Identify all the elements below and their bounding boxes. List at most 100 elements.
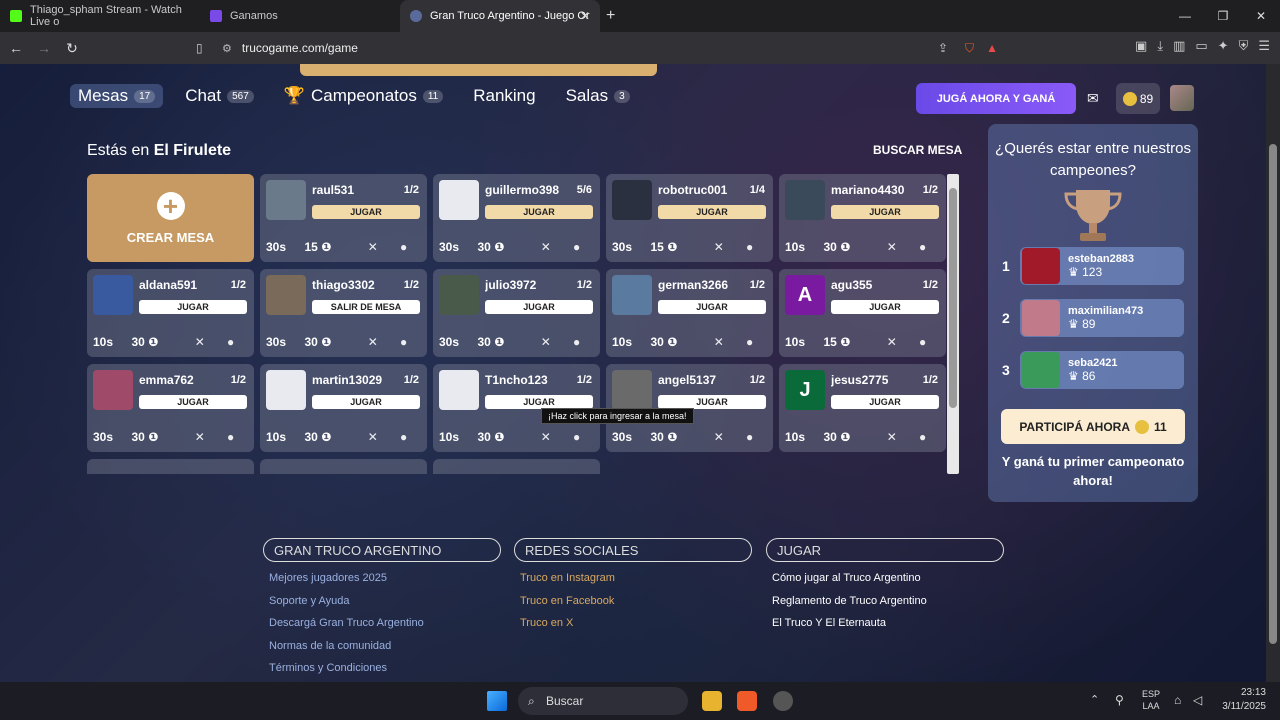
close-window-button[interactable]: ✕ — [1242, 0, 1280, 32]
bookmark-icon[interactable]: ▯ — [196, 41, 203, 55]
tab-ganamos[interactable]: Ganamos — [200, 0, 400, 32]
table-card-partial[interactable] — [433, 459, 600, 474]
volume-icon[interactable]: ◁ — [1193, 693, 1202, 707]
footer-link[interactable]: Descargá Gran Truco Argentino — [269, 617, 501, 630]
network-icon[interactable]: ⌂ — [1174, 693, 1181, 707]
maximize-button[interactable]: ❐ — [1204, 0, 1242, 32]
ranking-item[interactable]: 2 maximilian473 ♛ 89 — [1002, 299, 1184, 337]
play-now-button[interactable]: JUGÁ AHORA Y GANÁ — [916, 83, 1076, 114]
nav-label: Chat — [185, 86, 222, 105]
join-table-button[interactable]: JUGAR — [831, 395, 939, 409]
app-icon[interactable] — [773, 691, 793, 711]
table-card[interactable]: A agu355 1/2 JUGAR 10s 15 ❶ ✕ ● — [779, 269, 946, 357]
join-table-button[interactable]: JUGAR — [485, 205, 593, 219]
minimize-button[interactable]: — — [1166, 0, 1204, 32]
footer-link[interactable]: Normas de la comunidad — [269, 640, 501, 653]
footer-link[interactable]: Mejores jugadores 2025 — [269, 572, 501, 585]
brave-browser-icon[interactable] — [737, 691, 757, 711]
table-card[interactable]: german3266 1/2 JUGAR 10s 30 ❶ ✕ ● — [606, 269, 773, 357]
table-card[interactable]: J jesus2775 1/2 JUGAR 10s 30 ❶ ✕ ● — [779, 364, 946, 452]
table-card-partial[interactable] — [87, 459, 254, 474]
tables-scrollbar[interactable] — [947, 174, 959, 474]
sidebar-icon[interactable]: ▥ — [1173, 38, 1185, 54]
leo-icon[interactable]: ✦ — [1218, 38, 1229, 54]
footer-link[interactable]: Términos y Condiciones — [269, 662, 501, 675]
table-card[interactable]: guillermo398 5/6 JUGAR 30s 30 ❶ ✕ ● — [433, 174, 600, 262]
taskbar-search[interactable]: ⌕ Buscar — [518, 687, 688, 715]
tray-expand-icon[interactable]: ⌃ — [1090, 693, 1099, 706]
table-card[interactable]: aldana591 1/2 JUGAR 10s 30 ❶ ✕ ● — [87, 269, 254, 357]
new-tab-button[interactable]: + — [606, 7, 615, 25]
footer-link[interactable]: Reglamento de Truco Argentino — [772, 595, 1004, 608]
clock[interactable]: 23:13 3/11/2025 — [1222, 686, 1266, 714]
ranking-item[interactable]: 3 seba2421 ♛ 86 — [1002, 351, 1184, 389]
scrollbar-thumb[interactable] — [949, 188, 957, 408]
table-card[interactable]: mariano4430 1/2 JUGAR 10s 30 ❶ ✕ ● — [779, 174, 946, 262]
nav-salas[interactable]: Salas 3 — [558, 84, 638, 108]
table-settings: 30s 30 ❶ ✕ ● — [93, 430, 246, 444]
page-scrollbar-thumb[interactable] — [1269, 144, 1277, 644]
back-icon[interactable]: ← — [4, 40, 28, 56]
menu-icon[interactable]: ☰ — [1258, 38, 1270, 54]
create-table-button[interactable]: + CREAR MESA — [87, 174, 254, 262]
trophy-icon: ♛ — [1068, 265, 1079, 279]
table-card[interactable]: martin13029 1/2 JUGAR 10s 30 ❶ ✕ ● — [260, 364, 427, 452]
join-table-button[interactable]: JUGAR — [312, 395, 420, 409]
download-icon[interactable]: ⤓ — [1157, 38, 1163, 54]
close-tab-icon[interactable]: ✕ — [580, 9, 590, 23]
join-table-button[interactable]: JUGAR — [831, 300, 939, 314]
vpn-icon[interactable]: ⛨ — [1239, 38, 1249, 54]
table-card[interactable]: robotruc001 1/4 JUGAR 30s 15 ❶ ✕ ● — [606, 174, 773, 262]
brave-rewards-icon[interactable]: ▲ — [986, 41, 998, 55]
table-host-avatar — [439, 180, 479, 220]
file-explorer-icon[interactable] — [702, 691, 722, 711]
reload-icon[interactable]: ↻ — [60, 40, 84, 57]
join-table-button[interactable]: JUGAR — [485, 300, 593, 314]
table-card-partial[interactable] — [260, 459, 427, 474]
nav-campeonatos[interactable]: 🏆 Campeonatos 11 — [276, 84, 451, 108]
nav-chat[interactable]: Chat 567 — [177, 84, 262, 108]
join-table-button[interactable]: JUGAR — [658, 205, 766, 219]
footer-link[interactable]: Truco en Instagram — [520, 572, 752, 585]
join-table-button[interactable]: JUGAR — [485, 395, 593, 409]
mail-icon[interactable]: ✉ — [1087, 90, 1099, 107]
ranking-item[interactable]: 1 esteban2883 ♛ 123 — [1002, 247, 1184, 285]
footer-link[interactable]: El Truco Y El Eternauta — [772, 617, 1004, 630]
footer-link[interactable]: Soporte y Ayuda — [269, 595, 501, 608]
nav-ranking[interactable]: Ranking — [465, 84, 543, 108]
join-table-button[interactable]: SALIR DE MESA — [312, 300, 420, 314]
language-indicator[interactable]: ESP LAA — [1142, 688, 1160, 712]
wallet-icon[interactable]: ▭ — [1195, 38, 1207, 54]
site-info-icon[interactable]: ⚙ — [222, 42, 232, 55]
tab-kick[interactable]: Thiago_spham Stream - Watch Live o — [0, 0, 200, 32]
nav-mesas[interactable]: Mesas 17 — [70, 84, 164, 108]
table-card[interactable]: raul531 1/2 JUGAR 30s 15 ❶ ✕ ● — [260, 174, 427, 262]
footer-link[interactable]: Truco en X — [520, 617, 752, 630]
join-table-button[interactable]: JUGAR — [658, 300, 766, 314]
share-icon[interactable]: ⇪ — [938, 41, 948, 55]
join-table-button[interactable]: JUGAR — [831, 205, 939, 219]
join-table-button[interactable]: JUGAR — [139, 395, 247, 409]
user-avatar[interactable] — [1170, 85, 1194, 111]
participate-button[interactable]: PARTICIPÁ AHORA 11 — [1001, 409, 1185, 444]
search-table-button[interactable]: BUSCAR MESA — [873, 143, 962, 157]
join-table-button[interactable]: JUGAR — [312, 205, 420, 219]
forward-icon[interactable]: → — [32, 40, 56, 56]
join-table-button[interactable]: JUGAR — [658, 395, 766, 409]
coin-balance[interactable]: 89 — [1116, 83, 1160, 114]
table-card[interactable]: julio3972 1/2 JUGAR 30s 30 ❶ ✕ ● — [433, 269, 600, 357]
promo-banner[interactable] — [300, 64, 657, 76]
join-table-button[interactable]: JUGAR — [139, 300, 247, 314]
page-scrollbar[interactable] — [1266, 64, 1280, 682]
table-card[interactable]: emma762 1/2 JUGAR 30s 30 ❶ ✕ ● — [87, 364, 254, 452]
points-icon: ❶ — [494, 240, 505, 254]
brave-shield-icon[interactable]: ⛉ — [965, 41, 974, 56]
footer-link[interactable]: Truco en Facebook — [520, 595, 752, 608]
screenshot-icon[interactable]: ▣ — [1135, 38, 1147, 54]
tab-truco[interactable]: Gran Truco Argentino - Juego Or ✕ — [400, 0, 600, 32]
footer-link[interactable]: Cómo jugar al Truco Argentino — [772, 572, 1004, 585]
table-card[interactable]: thiago3302 1/2 SALIR DE MESA 30s 30 ❶ ✕ … — [260, 269, 427, 357]
microphone-icon[interactable]: ⚲ — [1115, 693, 1124, 707]
windows-start-icon[interactable] — [487, 691, 507, 711]
url-field[interactable]: ▯ ⚙ trucogame.com/game ⇪ ⛉ ▲ — [190, 36, 1000, 60]
